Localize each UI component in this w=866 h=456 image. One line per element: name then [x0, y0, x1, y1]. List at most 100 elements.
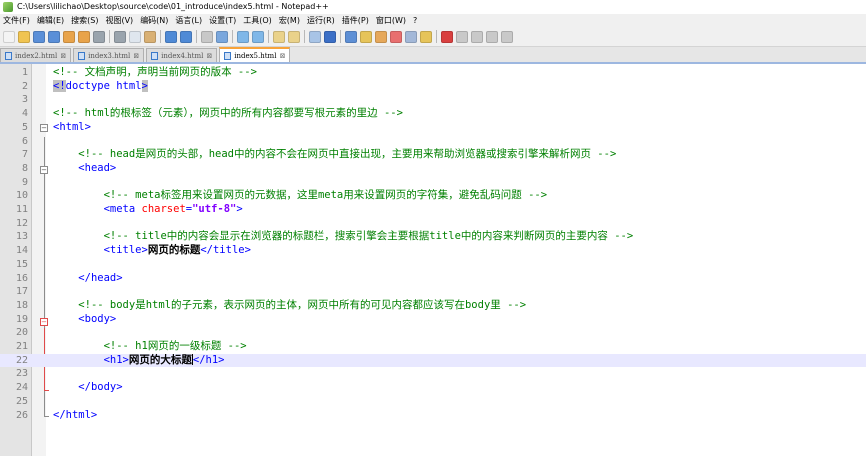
menu-bar: 文件(F) 编辑(E) 搜索(S) 视图(V) 编码(N) 语言(L) 设置(T) 工具(O)…: [0, 14, 866, 27]
menu-item-6[interactable]: 设置(T): [209, 14, 236, 27]
code-line[interactable]: 22 <h1>网页的大标题</h1>: [0, 353, 866, 368]
code-line[interactable]: 7 <!-- head是网页的头部，head中的内容不会在网页中直接出现，主要用…: [0, 148, 866, 162]
menu-item-8[interactable]: 宏(M): [279, 14, 300, 27]
close-tab-icon[interactable]: ⊠: [133, 52, 139, 60]
tab-index4-html[interactable]: index4.html ⊠: [146, 48, 218, 62]
token-tag: <head>: [78, 161, 117, 174]
close-tab-icon[interactable]: ⊠: [206, 52, 212, 60]
line-number: 12: [15, 217, 28, 229]
line-code: <!-- body是html的子元素，表示网页的主体，网页中所有的可见内容都应该…: [53, 299, 526, 313]
code-line[interactable]: 12: [0, 217, 866, 231]
line-code: <head>: [53, 162, 116, 176]
menu-item-3[interactable]: 视图(V): [105, 14, 133, 27]
stop-record-icon[interactable]: [456, 30, 468, 43]
line-number: 8: [21, 162, 28, 174]
close-icon[interactable]: [63, 30, 75, 43]
menu-item-9[interactable]: 运行(R): [307, 14, 335, 27]
sync-v-icon[interactable]: [273, 30, 285, 43]
replace-icon[interactable]: [216, 30, 228, 43]
menu-item-7[interactable]: 工具(O): [243, 14, 272, 27]
record-macro-icon[interactable]: [441, 30, 453, 43]
save-icon[interactable]: [33, 30, 45, 43]
line-number: 7: [21, 149, 28, 161]
close-all-icon[interactable]: [78, 30, 90, 43]
undo-icon[interactable]: [165, 30, 177, 43]
tab-index3-html[interactable]: index3.html ⊠: [73, 48, 145, 62]
save-macro-icon[interactable]: [501, 30, 513, 43]
menu-item-11[interactable]: 窗口(W): [376, 14, 406, 27]
line-number: 9: [21, 176, 28, 188]
close-tab-icon[interactable]: ⊠: [60, 52, 66, 60]
open-file-icon[interactable]: [18, 30, 30, 43]
token-tag: </title>: [200, 244, 251, 257]
code-line[interactable]: 18 <!-- body是html的子元素，表示网页的主体，网页中所有的可见内容…: [0, 299, 866, 313]
code-line[interactable]: 24 </body>: [0, 381, 866, 395]
code-editor[interactable]: − − − 1 <!-- 文档声明，声明当前网页的版本 --> 2 <!doctype…: [0, 64, 866, 456]
doc-map-icon[interactable]: [375, 30, 387, 43]
tab-index5-html[interactable]: index5.html ⊠: [219, 47, 291, 62]
line-code: </head>: [53, 272, 122, 286]
line-number: 18: [15, 299, 28, 311]
copy-icon[interactable]: [129, 30, 141, 43]
udl-icon[interactable]: [360, 30, 372, 43]
code-line[interactable]: 3: [0, 93, 866, 107]
menu-item-2[interactable]: 搜索(S): [71, 14, 98, 27]
sync-h-icon[interactable]: [288, 30, 300, 43]
code-line[interactable]: 23: [0, 367, 866, 381]
line-code: <!-- html的根标签（元素），网页中的所有内容都要写根元素的里边 -->: [53, 107, 403, 121]
tab-index2-html[interactable]: index2.html ⊠: [0, 48, 72, 62]
token-tag: <html>: [53, 120, 91, 133]
code-line[interactable]: 13 <!-- title中的内容会显示在浏览器的标题栏，搜索引擎会主要根据ti…: [0, 230, 866, 244]
code-line[interactable]: 20: [0, 326, 866, 340]
code-line[interactable]: 6: [0, 135, 866, 149]
code-line[interactable]: 25: [0, 395, 866, 409]
file-icon: [5, 51, 12, 60]
code-line[interactable]: 21 <!-- h1网页的一级标题 -->: [0, 340, 866, 354]
code-line[interactable]: 14 <title>网页的标题</title>: [0, 244, 866, 258]
token-comment: <!-- html的根标签（元素），网页中的所有内容都要写根元素的里边 -->: [53, 107, 403, 120]
zoom-out-icon[interactable]: [252, 30, 264, 43]
line-number: 25: [15, 395, 28, 407]
zoom-in-icon[interactable]: [237, 30, 249, 43]
token-tag: doctype html: [65, 79, 142, 92]
code-line[interactable]: 1 <!-- 文档声明，声明当前网页的版本 -->: [0, 66, 866, 80]
line-number: 22: [15, 354, 28, 366]
paste-icon[interactable]: [144, 30, 156, 43]
toolbar-separator: [268, 30, 269, 43]
new-file-icon[interactable]: [3, 30, 15, 43]
token-attr: charset: [141, 203, 186, 215]
function-list-icon[interactable]: [390, 30, 402, 43]
menu-item-5[interactable]: 语言(L): [175, 14, 202, 27]
code-line[interactable]: 11 <meta charset="utf-8">: [0, 203, 866, 217]
folder-workspace-icon[interactable]: [405, 30, 417, 43]
code-line[interactable]: 5 <html>: [0, 121, 866, 135]
menu-item-1[interactable]: 编辑(E): [37, 14, 64, 27]
code-line[interactable]: 2 <!doctype html>: [0, 79, 866, 94]
line-number: 15: [15, 258, 28, 270]
monitoring-icon[interactable]: [420, 30, 432, 43]
indent-guide-icon[interactable]: [345, 30, 357, 43]
print-icon[interactable]: [93, 30, 105, 43]
menu-item-4[interactable]: 编码(N): [140, 14, 168, 27]
code-line[interactable]: 16 </head>: [0, 272, 866, 286]
find-icon[interactable]: [201, 30, 213, 43]
code-line[interactable]: 9: [0, 176, 866, 190]
code-line[interactable]: 4 <!-- html的根标签（元素），网页中的所有内容都要写根元素的里边 -->: [0, 107, 866, 121]
word-wrap-icon[interactable]: [309, 30, 321, 43]
play-multiple-icon[interactable]: [486, 30, 498, 43]
code-line[interactable]: 10 <!-- meta标签用来设置网页的元数据，这里meta用来设置网页的字符…: [0, 189, 866, 203]
save-all-icon[interactable]: [48, 30, 60, 43]
menu-item-0[interactable]: 文件(F): [3, 14, 30, 27]
code-line[interactable]: 26 </html>: [0, 409, 866, 423]
menu-item-10[interactable]: 插件(P): [342, 14, 369, 27]
show-all-chars-icon[interactable]: [324, 30, 336, 43]
cut-icon[interactable]: [114, 30, 126, 43]
code-line[interactable]: 19 <body>: [0, 313, 866, 327]
redo-icon[interactable]: [180, 30, 192, 43]
code-line[interactable]: 17: [0, 285, 866, 299]
play-macro-icon[interactable]: [471, 30, 483, 43]
code-line[interactable]: 15: [0, 258, 866, 272]
close-tab-icon[interactable]: ⊠: [279, 52, 285, 60]
code-line[interactable]: 8 <head>: [0, 162, 866, 176]
menu-item-12[interactable]: ?: [413, 14, 417, 27]
